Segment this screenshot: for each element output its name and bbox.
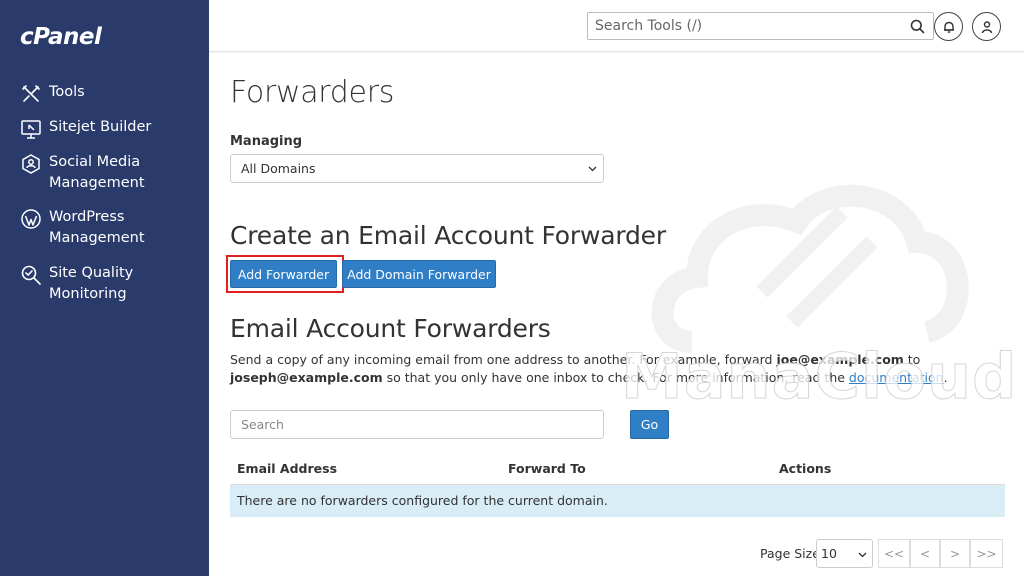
managing-domain-select[interactable]: All Domains [230, 154, 604, 183]
bell-icon [943, 21, 954, 33]
forwarder-search-input[interactable] [231, 411, 603, 438]
main-content: Forwarders Managing All Domains Create a… [209, 53, 1024, 576]
last-page-button[interactable]: >> [970, 539, 1003, 568]
sidebar-item-site-quality[interactable]: Site Quality Monitoring [20, 263, 189, 305]
next-page-button[interactable]: > [940, 539, 970, 568]
description-text: . [943, 370, 948, 385]
first-page-button[interactable]: << [878, 539, 910, 568]
example-email-from: joe@example.com [776, 352, 904, 367]
tools-icon [22, 85, 40, 102]
add-domain-forwarder-button[interactable]: Add Domain Forwarder [342, 260, 496, 288]
description-text: so that you only have one inbox to check… [382, 370, 849, 385]
chevron-down-icon [588, 166, 597, 172]
page-size-select[interactable]: 10 [816, 539, 873, 568]
column-header-email-address[interactable]: Email Address [237, 461, 337, 476]
description-text: to [903, 352, 921, 367]
social-media-icon [22, 154, 40, 174]
sidebar-item-label: Tools [49, 84, 85, 100]
search-tools-input[interactable] [588, 13, 888, 39]
go-button[interactable]: Go [630, 410, 669, 439]
top-bar [209, 0, 1024, 52]
column-header-actions: Actions [779, 461, 832, 476]
sidebar: cPanel Tools Sitejet Builder Social Medi… [0, 0, 209, 576]
page-title: Forwarders [230, 75, 395, 110]
wordpress-icon [21, 209, 41, 229]
user-account-button[interactable] [972, 12, 1001, 41]
chevron-down-icon [858, 552, 867, 558]
page-size-label: Page Size [760, 546, 820, 561]
search-tools-box[interactable] [587, 12, 934, 40]
site-quality-icon [21, 265, 41, 285]
description-text: Send a copy of any incoming email from o… [230, 352, 777, 367]
search-icon[interactable] [910, 19, 925, 34]
sidebar-item-social-media[interactable]: Social Media Management [20, 152, 189, 194]
add-forwarder-button[interactable]: Add Forwarder [230, 260, 337, 288]
sidebar-item-label: Social Media Management [49, 154, 145, 191]
notifications-button[interactable] [934, 12, 963, 41]
sidebar-item-sitejet[interactable]: Sitejet Builder [20, 117, 189, 140]
user-icon [981, 20, 992, 33]
example-email-to: joseph@example.com [230, 370, 383, 385]
forwarders-description: Send a copy of any incoming email from o… [230, 351, 1010, 387]
managing-domain-value: All Domains [241, 161, 316, 176]
sidebar-item-tools[interactable]: Tools [20, 82, 189, 105]
sidebar-item-label: WordPress Management [49, 209, 145, 246]
forwarder-search-box[interactable] [230, 410, 604, 439]
managing-label: Managing [230, 134, 303, 149]
column-header-forward-to[interactable]: Forward To [508, 461, 586, 476]
sitejet-icon [21, 120, 41, 139]
sidebar-item-label: Sitejet Builder [49, 119, 152, 135]
sidebar-item-wordpress[interactable]: WordPress Management [20, 207, 189, 249]
documentation-link[interactable]: documentation [849, 370, 944, 385]
previous-page-button[interactable]: < [910, 539, 940, 568]
create-forwarder-heading: Create an Email Account Forwarder [230, 221, 666, 250]
email-forwarders-heading: Email Account Forwarders [230, 314, 551, 343]
empty-table-message: There are no forwarders configured for t… [230, 485, 1005, 517]
page-size-value: 10 [821, 546, 837, 561]
sidebar-item-label: Site Quality Monitoring [49, 265, 134, 302]
cpanel-logo[interactable]: cPanel [20, 24, 102, 50]
